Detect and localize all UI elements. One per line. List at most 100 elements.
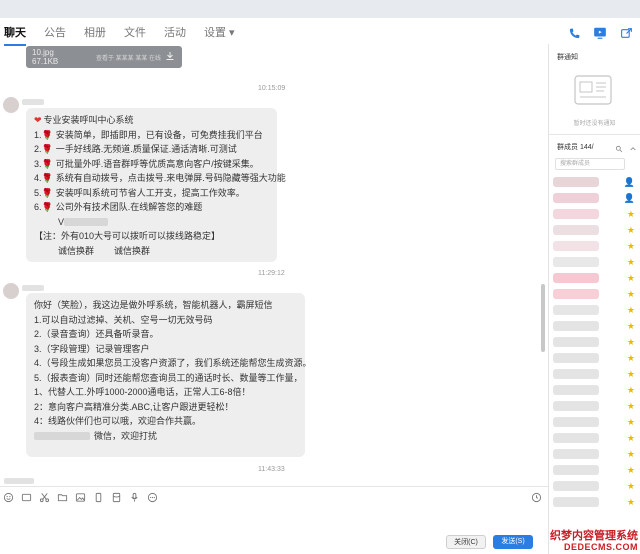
- list-item[interactable]: ★: [553, 270, 639, 286]
- star-icon: ★: [626, 289, 635, 299]
- close-button[interactable]: 关闭(C): [446, 535, 486, 549]
- announcement-icon: [569, 70, 617, 119]
- star-icon: ★: [626, 449, 635, 459]
- heart-icon: ❤: [34, 115, 42, 125]
- message-line: 专业安装呼叫中心系统: [43, 115, 134, 125]
- avatar[interactable]: [3, 283, 19, 299]
- collapse-icon[interactable]: [629, 140, 637, 158]
- rose-icon: 🌹: [41, 158, 53, 169]
- rose-icon: 🌹: [41, 202, 53, 212]
- tab-files[interactable]: 文件: [124, 20, 146, 46]
- announcement-title: 群通知: [557, 54, 578, 61]
- list-item[interactable]: ★: [553, 366, 639, 382]
- list-item[interactable]: ★: [553, 238, 639, 254]
- list-item[interactable]: ★: [553, 222, 639, 238]
- list-item[interactable]: ★: [553, 446, 639, 462]
- panel-divider: [549, 134, 640, 135]
- mic-icon[interactable]: [128, 491, 140, 503]
- members-title: 群成员 144/: [557, 144, 594, 151]
- watermark: 织梦内容管理系统 DEDECMS.COM: [550, 530, 638, 552]
- list-item[interactable]: ★: [553, 462, 639, 478]
- list-item[interactable]: ★: [553, 478, 639, 494]
- star-icon: ★: [626, 401, 635, 411]
- redacted-text: [34, 432, 90, 441]
- list-item[interactable]: ★: [553, 414, 639, 430]
- message-line: 1.可以自动过滤掉、关机、空号一切无效号码: [34, 314, 213, 325]
- star-icon: ★: [626, 433, 635, 443]
- title-bar: [0, 0, 640, 18]
- message-input[interactable]: [0, 506, 548, 532]
- video-icon[interactable]: [592, 25, 608, 41]
- message-line: 4：线路伙伴们也可以哦，欢迎合作共赢。: [34, 416, 202, 426]
- message-line: 公司外有技术团队.在线解答您的难题: [55, 202, 203, 212]
- shake-icon[interactable]: [92, 491, 104, 503]
- message-line: 4.（号段生成如果您员工没客户资源了，我们系统还能帮您生成资源。: [34, 358, 312, 368]
- message-timestamp: 11:29:12: [258, 270, 285, 277]
- list-item[interactable]: ★: [553, 286, 639, 302]
- message-timestamp: 11:43:33: [258, 466, 285, 473]
- star-icon: ★: [626, 385, 635, 395]
- search-icon[interactable]: [615, 140, 623, 158]
- star-icon: ★: [626, 353, 635, 363]
- chat-history[interactable]: 10.jpg 67.1KB 查看于 某某某 某某 在线 10:15:09 ❤ 专业…: [0, 46, 548, 486]
- message-line: 一手好线路.无频道.质量保证.通话清晰.可测试: [55, 144, 237, 154]
- file-card[interactable]: 10.jpg 67.1KB 查看于 某某某 某某 在线: [26, 46, 182, 68]
- owner-icon: 👤: [623, 177, 635, 187]
- list-item[interactable]: ★: [553, 398, 639, 414]
- red-packet-icon[interactable]: [110, 491, 122, 503]
- list-item[interactable]: ★: [553, 334, 639, 350]
- list-item[interactable]: 👤: [553, 190, 639, 206]
- tab-announcement[interactable]: 公告: [44, 20, 66, 46]
- list-item[interactable]: ★: [553, 430, 639, 446]
- star-icon: ★: [626, 273, 635, 283]
- message-bubble: ❤ 专业安装呼叫中心系统 1.🌹 安装简单，即插即用，已有设备，可免费挂我们平台 2…: [26, 108, 286, 262]
- message-line: 你好（笑脸），我这边是做外呼系统，智能机器人，霸屏短信: [34, 300, 273, 310]
- chat-scrollbar[interactable]: [541, 284, 545, 352]
- more-icon[interactable]: [146, 491, 158, 503]
- star-icon: ★: [626, 417, 635, 427]
- list-item[interactable]: ★: [553, 318, 639, 334]
- tab-chat[interactable]: 聊天: [4, 20, 26, 46]
- tab-settings[interactable]: 设置 ▾: [204, 20, 235, 46]
- scissors-icon[interactable]: [38, 491, 50, 503]
- member-list[interactable]: 👤 👤 ★ ★ ★ ★ ★ ★ ★ ★ ★ ★ ★ ★ ★ ★ ★ ★ ★ ★ …: [553, 174, 639, 544]
- list-item[interactable]: ★: [553, 302, 639, 318]
- star-icon: ★: [626, 321, 635, 331]
- tab-album[interactable]: 相册: [84, 20, 106, 46]
- list-item[interactable]: 👤: [553, 174, 639, 190]
- sender-name: [4, 478, 34, 484]
- star-icon: ★: [626, 369, 635, 379]
- message-line: 安装呼叫系统可节省人工开支，提高工作效率。: [55, 187, 245, 198]
- folder-icon[interactable]: [56, 491, 68, 503]
- phone-icon[interactable]: [566, 25, 582, 41]
- watermark-line1: 织梦内容管理系统: [550, 530, 638, 542]
- right-panel: 群通知 暂时还没有通知 群成员 144/ 搜索群成员 👤 👤 ★ ★ ★ ★ ★…: [549, 44, 640, 554]
- tab-activity[interactable]: 活动: [164, 20, 186, 46]
- share-icon[interactable]: [618, 25, 634, 41]
- member-search-input[interactable]: 搜索群成员: [555, 158, 625, 170]
- star-icon: ★: [626, 209, 635, 219]
- input-toolbar: [2, 490, 158, 504]
- send-button[interactable]: 发送(S): [493, 535, 533, 549]
- list-item[interactable]: ★: [553, 382, 639, 398]
- star-icon: ★: [626, 257, 635, 267]
- avatar[interactable]: [3, 97, 19, 113]
- image-icon[interactable]: [74, 491, 86, 503]
- emoji-icon[interactable]: [2, 491, 14, 503]
- message-line: 3.（字段管理）记录管理客户: [34, 343, 150, 354]
- list-item[interactable]: ★: [553, 206, 639, 222]
- history-icon[interactable]: [531, 490, 543, 503]
- message-line: 2.（录音查询）还具备听录音。: [34, 329, 159, 339]
- download-icon[interactable]: [164, 50, 176, 64]
- star-icon: ★: [626, 497, 635, 507]
- star-icon: ★: [626, 225, 635, 235]
- rose-icon: 🌹: [41, 173, 53, 183]
- gif-icon[interactable]: [20, 491, 32, 503]
- announcement-empty-text: 暂时还没有通知: [573, 121, 616, 127]
- list-item[interactable]: ★: [553, 254, 639, 270]
- message-line: 可批量外呼.语音群呼等优质高意向客户/按键采集。: [55, 158, 259, 169]
- rose-icon: 🌹: [41, 129, 53, 140]
- group-tabs: 聊天 公告 相册 文件 活动 设置 ▾: [0, 20, 548, 46]
- list-item[interactable]: ★: [553, 494, 639, 510]
- list-item[interactable]: ★: [553, 350, 639, 366]
